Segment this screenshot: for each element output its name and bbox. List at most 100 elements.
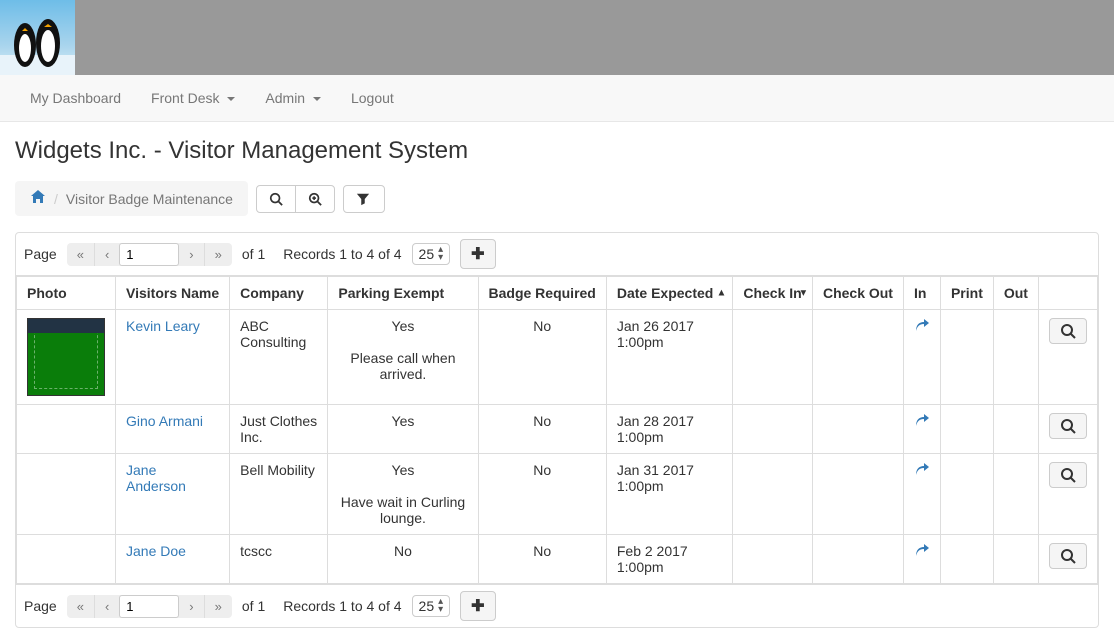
- search-icon: [269, 192, 283, 206]
- table-row: Gino ArmaniJust Clothes Inc.YesNoJan 28 …: [17, 405, 1098, 454]
- view-details-button[interactable]: [1049, 543, 1087, 569]
- checkin-action[interactable]: [914, 416, 930, 432]
- cell-view: [1038, 535, 1097, 584]
- cell-view: [1038, 405, 1097, 454]
- view-details-button[interactable]: [1049, 318, 1087, 344]
- cell-parking: YesPlease call when arrived.: [328, 310, 478, 405]
- first-page-button[interactable]: «: [67, 243, 94, 266]
- col-header-in[interactable]: In: [903, 277, 940, 310]
- next-page-button[interactable]: ›: [179, 243, 203, 266]
- cell-checkin: [733, 454, 813, 535]
- col-header-checkin[interactable]: Check In▾: [733, 277, 813, 310]
- search-button[interactable]: [256, 185, 296, 213]
- pager-of-text: of 1: [242, 598, 265, 614]
- prev-page-button[interactable]: ‹: [94, 243, 119, 266]
- col-header-date[interactable]: Date Expected▲: [606, 277, 732, 310]
- visitor-name-link[interactable]: Gino Armani: [126, 413, 203, 429]
- col-header-name[interactable]: Visitors Name: [116, 277, 230, 310]
- nav-logout[interactable]: Logout: [336, 75, 409, 121]
- add-record-button[interactable]: ✚: [460, 239, 495, 269]
- last-page-button[interactable]: »: [204, 595, 232, 618]
- cell-print: [940, 310, 993, 405]
- cell-photo: [17, 310, 116, 405]
- cell-checkout: [812, 405, 903, 454]
- logo-penguins: [0, 0, 75, 75]
- col-header-view: [1038, 277, 1097, 310]
- cell-date: Feb 2 2017 1:00pm: [606, 535, 732, 584]
- prev-page-button[interactable]: ‹: [94, 595, 119, 618]
- cell-print: [940, 454, 993, 535]
- search-icon: [1060, 418, 1076, 434]
- nav-admin[interactable]: Admin: [250, 75, 336, 121]
- pager-bottom: Page « ‹ › » of 1 Records 1 to 4 of 4 25…: [16, 584, 1098, 627]
- cell-print: [940, 405, 993, 454]
- next-page-button[interactable]: ›: [179, 595, 203, 618]
- cell-checkin: [733, 535, 813, 584]
- data-grid: Page « ‹ › » of 1 Records 1 to 4 of 4 25…: [15, 232, 1099, 628]
- last-page-button[interactable]: »: [204, 243, 232, 266]
- cell-name: Kevin Leary: [116, 310, 230, 405]
- checkin-action[interactable]: [914, 546, 930, 562]
- caret-down-icon: ▾: [801, 288, 806, 299]
- cell-badge: No: [478, 454, 606, 535]
- nav-my-dashboard[interactable]: My Dashboard: [15, 75, 136, 121]
- table-row: Jane DoetcsccNoNoFeb 2 2017 1:00pm: [17, 535, 1098, 584]
- visitor-name-link[interactable]: Jane Anderson: [126, 462, 186, 494]
- main-navbar: My Dashboard Front Desk Admin Logout: [0, 75, 1114, 122]
- cell-company: ABC Consulting: [230, 310, 328, 405]
- cell-in: [903, 454, 940, 535]
- table-header-row: Photo Visitors Name Company Parking Exem…: [17, 277, 1098, 310]
- cell-print: [940, 535, 993, 584]
- col-header-badge[interactable]: Badge Required: [478, 277, 606, 310]
- visitor-name-link[interactable]: Jane Doe: [126, 543, 186, 559]
- col-header-parking[interactable]: Parking Exempt: [328, 277, 478, 310]
- table-row: Kevin Leary ABC ConsultingYesPlease call …: [17, 310, 1098, 405]
- cell-company: Bell Mobility: [230, 454, 328, 535]
- col-header-print[interactable]: Print: [940, 277, 993, 310]
- page-title: Widgets Inc. - Visitor Management System: [15, 137, 1099, 165]
- cell-view: [1038, 454, 1097, 535]
- add-record-button[interactable]: ✚: [460, 591, 495, 621]
- cell-out: [993, 310, 1038, 405]
- cell-in: [903, 405, 940, 454]
- page-size-select[interactable]: 25 ▴▾: [412, 243, 451, 265]
- cell-checkout: [812, 454, 903, 535]
- page-label: Page: [24, 598, 57, 614]
- visitor-photo: [27, 318, 105, 396]
- col-header-company[interactable]: Company: [230, 277, 328, 310]
- records-count: Records 1 to 4 of 4: [283, 246, 401, 262]
- search-icon: [1060, 548, 1076, 564]
- cell-company: Just Clothes Inc.: [230, 405, 328, 454]
- filter-icon: [356, 192, 370, 206]
- page-number-input[interactable]: [119, 243, 179, 266]
- stepper-icon: ▴▾: [438, 598, 443, 614]
- visitor-name-link[interactable]: Kevin Leary: [126, 318, 200, 334]
- first-page-button[interactable]: «: [67, 595, 94, 618]
- filter-button[interactable]: [343, 185, 385, 213]
- cell-photo: [17, 454, 116, 535]
- page-size-select[interactable]: 25 ▴▾: [412, 595, 451, 617]
- share-icon: [914, 543, 930, 559]
- cell-checkout: [812, 535, 903, 584]
- home-icon[interactable]: [30, 189, 46, 208]
- view-details-button[interactable]: [1049, 462, 1087, 488]
- col-header-out[interactable]: Out: [993, 277, 1038, 310]
- view-details-button[interactable]: [1049, 413, 1087, 439]
- cell-name: Jane Doe: [116, 535, 230, 584]
- pager-top: Page « ‹ › » of 1 Records 1 to 4 of 4 25…: [16, 233, 1098, 276]
- parking-note: Have wait in Curling lounge.: [341, 494, 466, 526]
- zoom-in-button[interactable]: [295, 185, 335, 213]
- col-header-checkout[interactable]: Check Out: [812, 277, 903, 310]
- page-number-input[interactable]: [119, 595, 179, 618]
- caret-down-icon: [227, 97, 235, 101]
- cell-company: tcscc: [230, 535, 328, 584]
- nav-front-desk[interactable]: Front Desk: [136, 75, 250, 121]
- plus-icon: ✚: [471, 598, 484, 615]
- cell-out: [993, 405, 1038, 454]
- checkin-action[interactable]: [914, 465, 930, 481]
- checkin-action[interactable]: [914, 321, 930, 337]
- col-header-photo[interactable]: Photo: [17, 277, 116, 310]
- cell-parking: YesHave wait in Curling lounge.: [328, 454, 478, 535]
- cell-out: [993, 535, 1038, 584]
- cell-parking: No: [328, 535, 478, 584]
